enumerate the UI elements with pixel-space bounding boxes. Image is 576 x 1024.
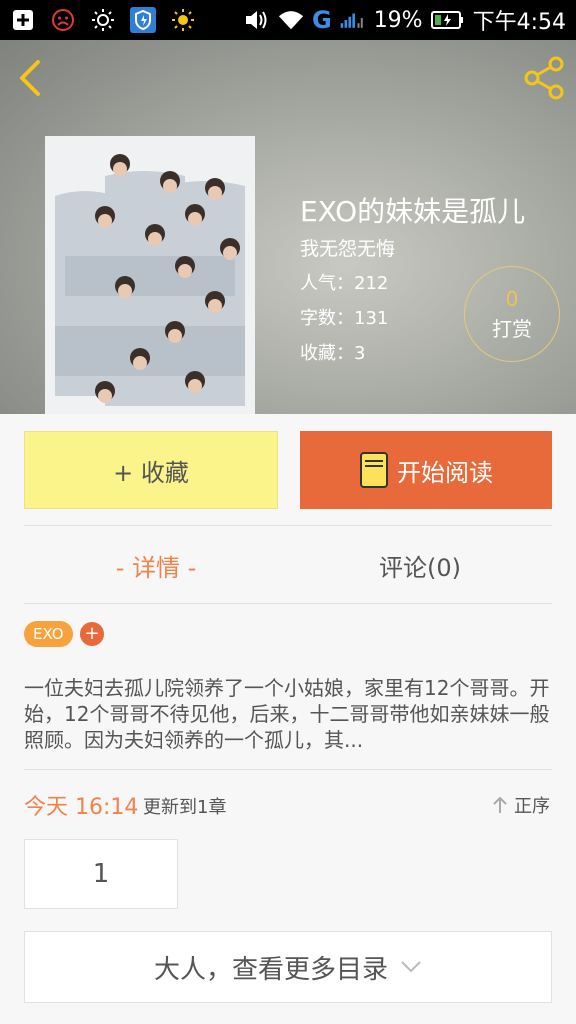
battery-icon — [430, 7, 465, 33]
book-cover-image[interactable] — [45, 136, 255, 414]
update-text: 更新到1章 — [143, 797, 227, 818]
sad-face-icon — [50, 7, 76, 33]
book-icon — [360, 452, 388, 488]
add-to-favorites-button[interactable]: + 收藏 — [24, 431, 278, 509]
divider — [24, 769, 552, 770]
network-type: G — [311, 6, 332, 34]
status-bar: G 19% 下午4:54 — [0, 0, 576, 40]
book-description[interactable]: 一位夫妇去孤儿院领养了一个小姑娘，家里有12个哥哥。开始，12个哥哥不待见他，后… — [24, 675, 552, 753]
tab-detail[interactable]: - 详情 - — [24, 548, 288, 583]
chapter-item[interactable]: 1 — [24, 839, 178, 909]
view-more-chapters-label: 大人，查看更多目录 — [153, 954, 388, 985]
divider — [24, 603, 552, 604]
stat-favorites-label: 收藏： — [300, 343, 354, 364]
brightness-icon — [90, 7, 116, 33]
book-header: EXO的妹妹是孤儿 我无怨无悔 人气：212 字数：131 收藏：3 0 打赏 — [0, 40, 576, 414]
sort-order-button[interactable]: 正序 — [490, 792, 550, 818]
sun-icon — [170, 7, 196, 33]
stat-favorites: 收藏：3 — [300, 339, 365, 365]
tab-comments[interactable]: 评论(0) — [288, 548, 552, 583]
view-more-chapters-button[interactable]: 大人，查看更多目录 — [24, 931, 552, 1003]
add-to-favorites-label: + 收藏 — [113, 458, 189, 487]
stat-popularity-value: 212 — [354, 273, 389, 294]
tag-exo[interactable]: EXO — [24, 621, 73, 647]
update-time: 今天 16:14 — [24, 795, 139, 820]
book-title: EXO的妹妹是孤儿 — [300, 195, 526, 228]
reward-count: 0 — [505, 286, 519, 311]
signal-bars-icon — [340, 7, 366, 33]
volume-icon — [244, 7, 270, 33]
reward-label: 打赏 — [492, 316, 532, 341]
share-icon — [524, 56, 564, 100]
book-author[interactable]: 我无怨无悔 — [300, 234, 395, 261]
shield-app-icon — [130, 7, 156, 33]
wifi-icon — [278, 7, 304, 33]
arrow-up-icon — [493, 796, 507, 813]
stat-words-value: 131 — [354, 308, 389, 329]
divider — [24, 525, 552, 526]
stat-favorites-value: 3 — [354, 343, 366, 364]
reward-button[interactable]: 0 打赏 — [464, 266, 560, 362]
add-box-icon — [10, 7, 36, 33]
stat-popularity: 人气：212 — [300, 269, 388, 295]
chevron-down-icon — [401, 961, 421, 973]
back-button[interactable] — [14, 58, 46, 98]
start-reading-button[interactable]: 开始阅读 — [300, 431, 552, 509]
share-button[interactable] — [520, 54, 568, 102]
stat-popularity-label: 人气： — [300, 273, 354, 294]
status-time: 下午4:54 — [472, 10, 566, 35]
start-reading-label: 开始阅读 — [397, 458, 493, 487]
chevron-left-icon — [20, 60, 40, 96]
stat-word-count: 字数：131 — [300, 304, 388, 330]
sort-order-label: 正序 — [514, 796, 550, 817]
stat-words-label: 字数： — [300, 308, 354, 329]
battery-percent: 19% — [373, 7, 423, 33]
add-tag-button[interactable]: + — [80, 622, 104, 646]
